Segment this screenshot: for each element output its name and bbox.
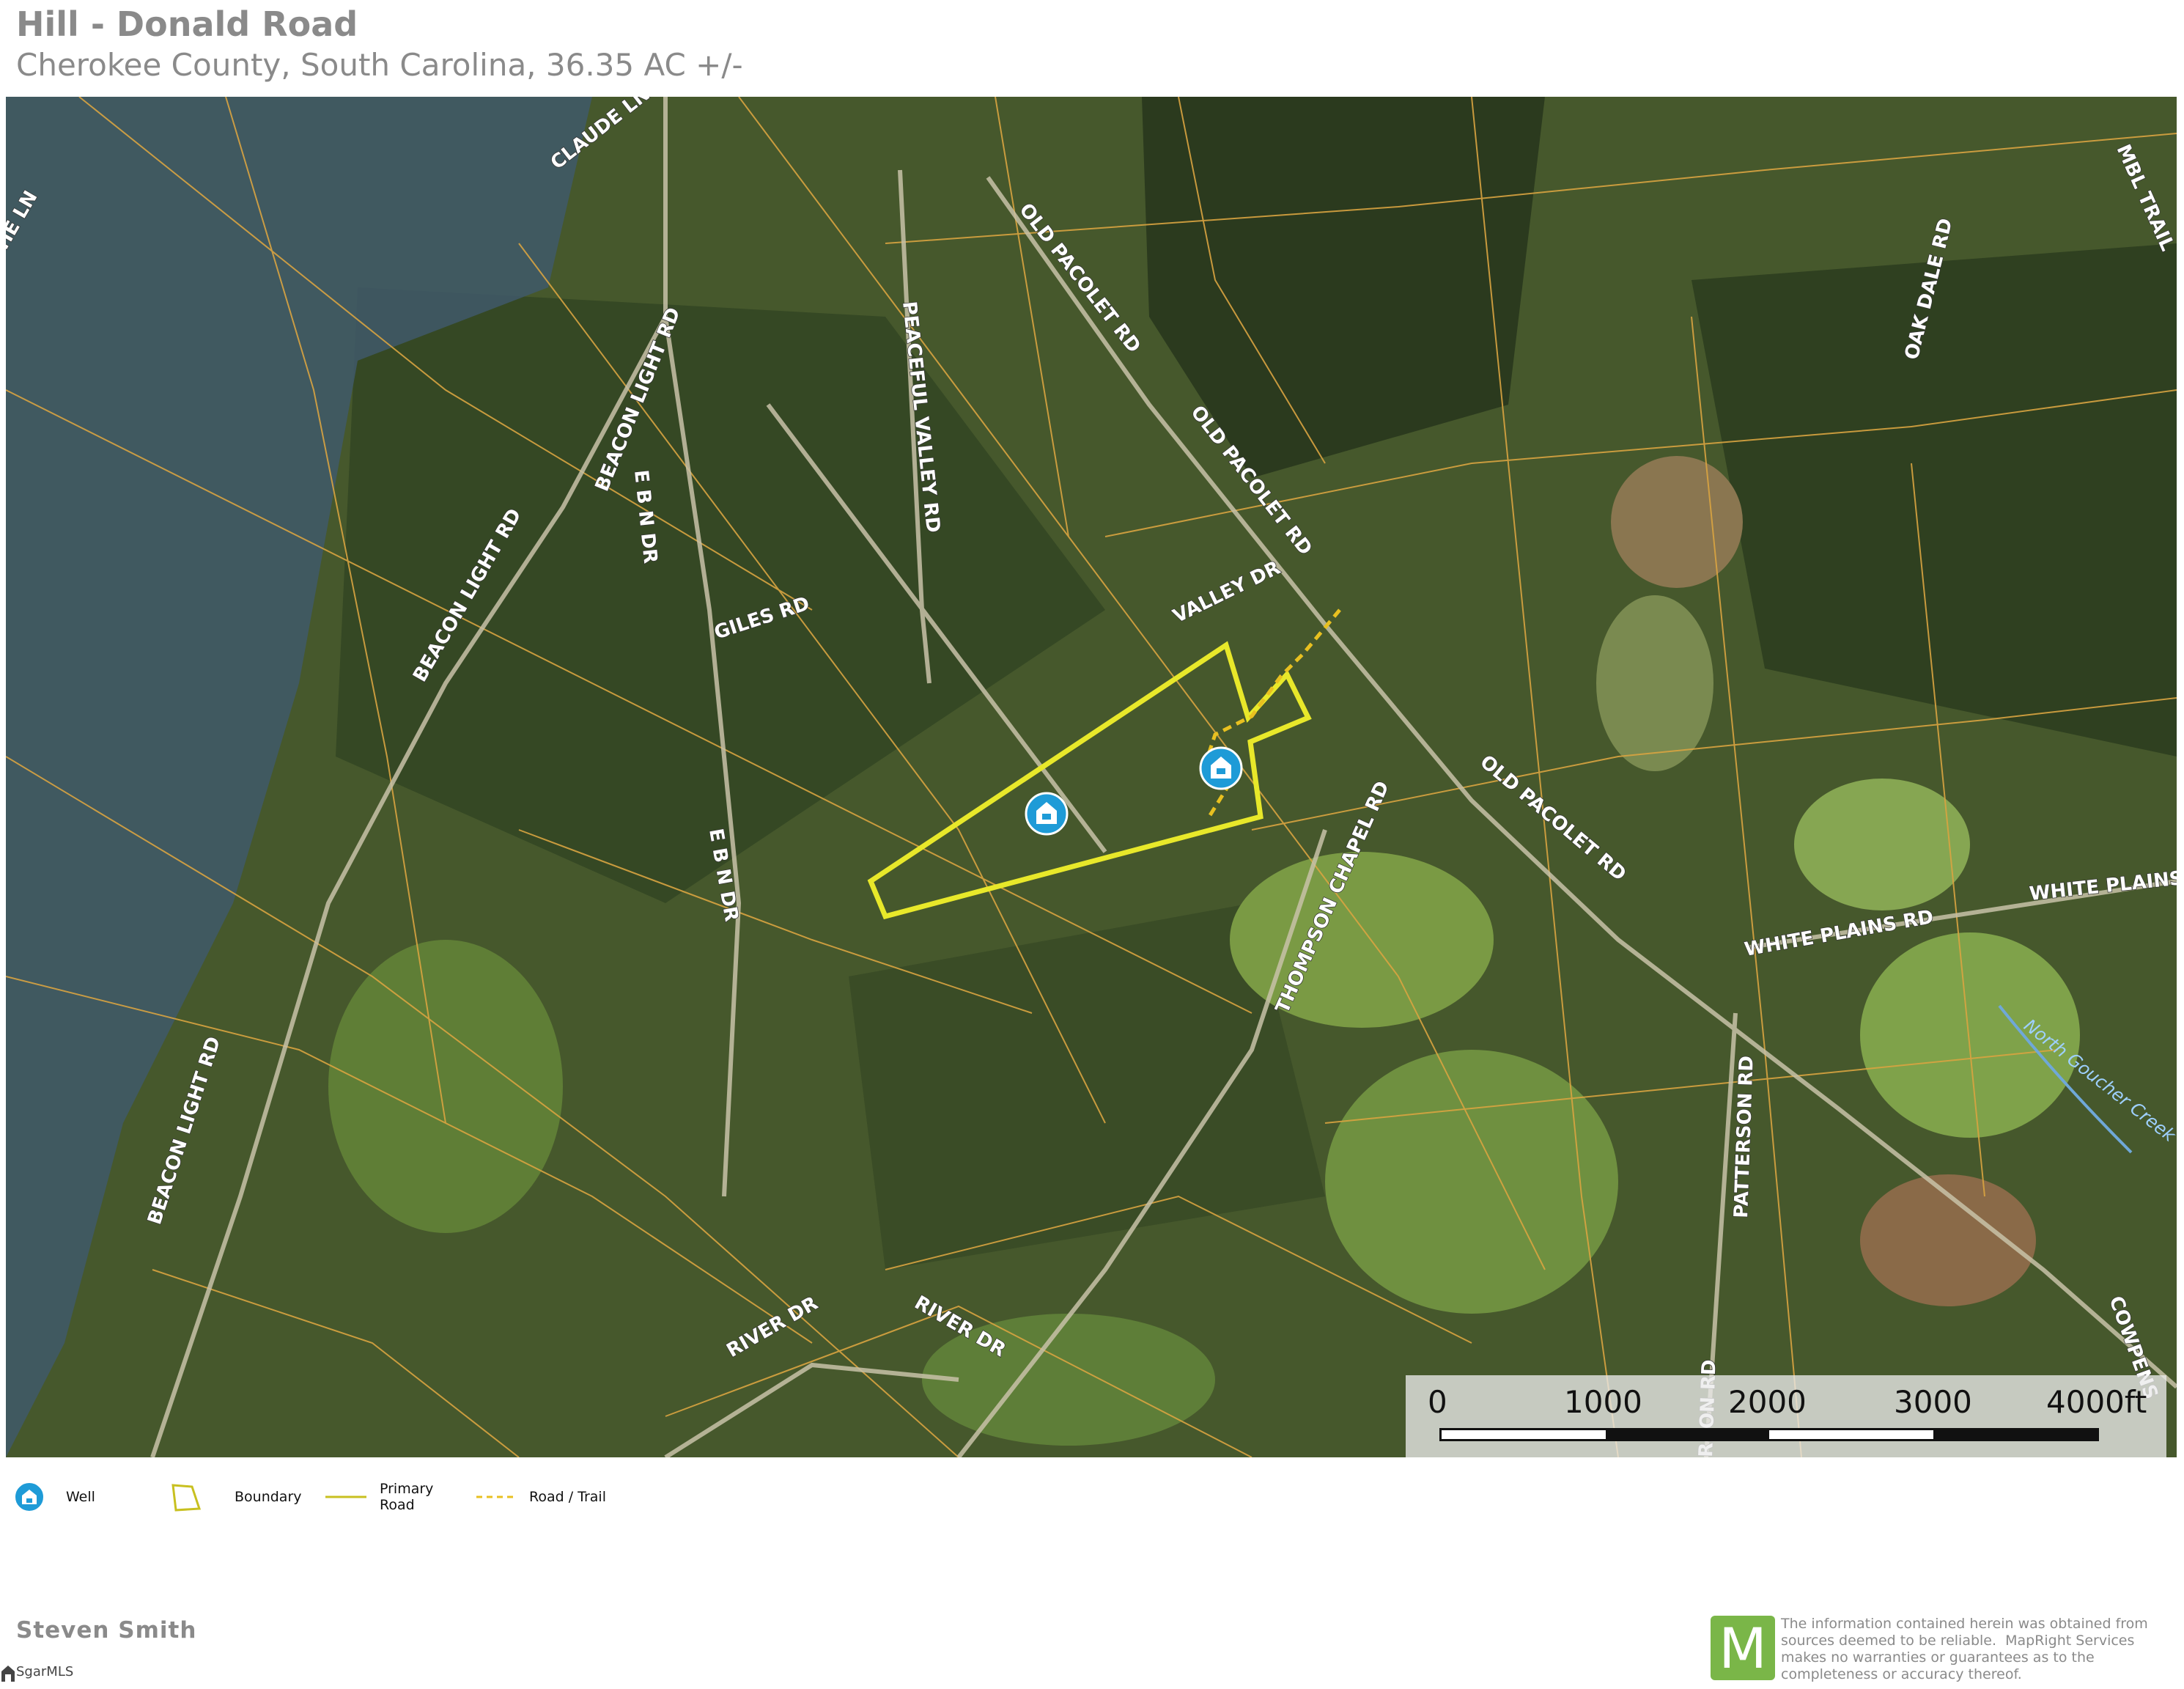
well-icon[interactable] bbox=[1199, 746, 1243, 790]
scale-segment bbox=[1605, 1430, 1769, 1439]
agent-name: Steven Smith bbox=[16, 1617, 197, 1644]
scale-tick: 2000 bbox=[1728, 1384, 1807, 1420]
boundary-icon bbox=[171, 1484, 202, 1512]
well-icon[interactable] bbox=[1025, 792, 1069, 836]
scale-bar: 0 1000 2000 3000 4000ft bbox=[1406, 1375, 2166, 1457]
disclaimer: The information contained herein was obt… bbox=[1781, 1616, 2148, 1682]
bare-field bbox=[1611, 456, 1743, 588]
scale-segment bbox=[1933, 1430, 2097, 1439]
mls-logo-icon bbox=[1, 1666, 15, 1682]
legend-item-road-trail: Road / Trail bbox=[475, 1481, 606, 1513]
scale-tick: 0 bbox=[1428, 1384, 1447, 1420]
legend-label: Boundary bbox=[235, 1489, 302, 1505]
road-trail-icon bbox=[476, 1495, 517, 1498]
satellite-map[interactable]: CLAUDE LN OLD PACOLET RD OLD PACOLET RD … bbox=[6, 97, 2177, 1457]
scale-tick: 4000ft bbox=[2046, 1384, 2147, 1420]
primary-road-icon bbox=[325, 1495, 366, 1498]
pasture bbox=[328, 940, 563, 1233]
legend-item-boundary: Boundary bbox=[170, 1481, 302, 1513]
scale-segment bbox=[1442, 1430, 1606, 1439]
legend-item-primary-road: Primary Road bbox=[324, 1481, 453, 1513]
map-legend: Well Boundary Primary Road Road / Trail bbox=[13, 1481, 673, 1547]
pasture bbox=[1596, 595, 1713, 771]
legend-label: Well bbox=[66, 1489, 95, 1505]
scale-bar-segments bbox=[1439, 1428, 2099, 1441]
scale-tick: 3000 bbox=[1894, 1384, 1972, 1420]
map-title: Hill - Donald Road bbox=[16, 4, 358, 44]
well-icon bbox=[14, 1482, 45, 1512]
legend-label: Road / Trail bbox=[529, 1489, 606, 1505]
pasture bbox=[1325, 1050, 1618, 1314]
legend-label: Primary Road bbox=[380, 1481, 434, 1513]
map-canvas: CLAUDE LN OLD PACOLET RD OLD PACOLET RD … bbox=[6, 97, 2177, 1457]
scale-tick: 1000 bbox=[1564, 1384, 1642, 1420]
map-subtitle: Cherokee County, South Carolina, 36.35 A… bbox=[16, 47, 743, 83]
scale-segment bbox=[1769, 1430, 1933, 1439]
legend-item-well: Well bbox=[13, 1481, 95, 1513]
mls-watermark: SgarMLS bbox=[16, 1664, 74, 1679]
mapright-logo[interactable]: M bbox=[1711, 1616, 1775, 1681]
pasture bbox=[1794, 779, 1970, 910]
